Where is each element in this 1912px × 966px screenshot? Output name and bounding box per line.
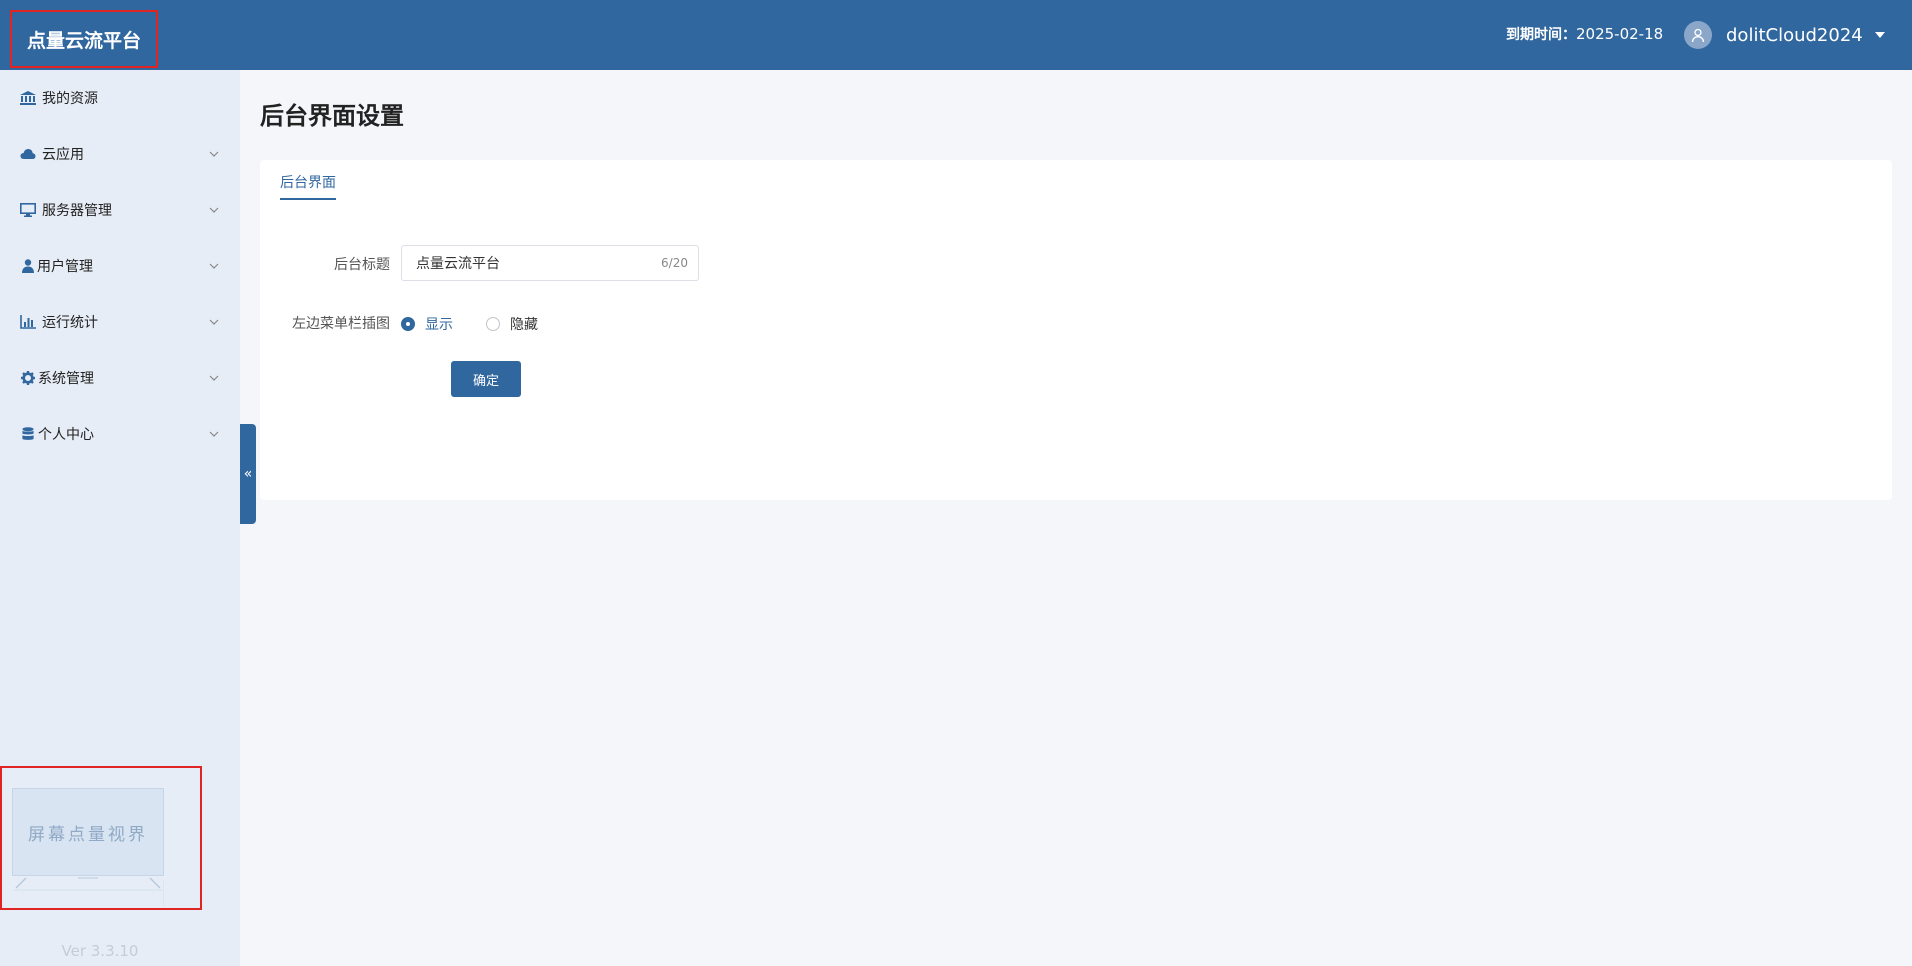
sidebar-item-server-management[interactable]: 服务器管理	[0, 182, 240, 238]
sidebar-item-label: 系统管理	[38, 371, 94, 387]
database-icon	[20, 426, 36, 442]
sidebar-illustration: 屏幕点量视界	[0, 766, 202, 910]
illustration-stand-icon	[14, 877, 164, 906]
radio-unchecked-icon	[486, 317, 500, 331]
cloud-icon	[20, 146, 36, 162]
sidebar-item-my-resources[interactable]: 我的资源	[0, 70, 240, 126]
top-header: 点量云流平台 到期时间：2025-02-18 dolitCloud2024	[0, 0, 1912, 70]
radio-checked-icon	[401, 317, 415, 331]
title-input[interactable]: 点量云流平台 6/20	[401, 245, 699, 281]
radio-label: 隐藏	[510, 317, 538, 333]
sidebar-item-label: 运行统计	[42, 315, 98, 331]
avatar-icon	[1684, 21, 1712, 49]
chevron-down-icon	[208, 372, 220, 384]
sidebar-item-label: 我的资源	[42, 91, 98, 107]
chevron-down-icon	[208, 204, 220, 216]
title-field-label: 后台标题	[334, 257, 390, 273]
sidebar: 我的资源 云应用 服务器管理 用户管理 运行统计 系统管理 个人中心 屏幕点量视…	[0, 70, 240, 966]
sidebar-image-label: 左边菜单栏插图	[292, 316, 390, 332]
chevron-down-icon	[208, 316, 220, 328]
chevron-down-icon	[208, 148, 220, 160]
collapse-sidebar-button[interactable]: «	[240, 424, 256, 524]
user-icon	[20, 258, 36, 274]
bar-chart-icon	[20, 314, 36, 330]
user-menu[interactable]: dolitCloud2024	[1684, 18, 1885, 52]
expire-date: 2025-02-18	[1576, 25, 1664, 43]
gear-icon	[20, 370, 36, 386]
title-input-value: 点量云流平台	[416, 256, 500, 272]
chevron-down-icon	[208, 428, 220, 440]
sidebar-item-label: 云应用	[42, 147, 84, 163]
username[interactable]: dolitCloud2024	[1726, 25, 1863, 46]
radio-show[interactable]: 显示	[401, 314, 453, 334]
sidebar-item-system-management[interactable]: 系统管理	[0, 350, 240, 406]
radio-label: 显示	[425, 317, 453, 333]
chevron-down-icon	[208, 260, 220, 272]
confirm-button[interactable]: 确定	[451, 361, 521, 397]
caret-down-icon[interactable]	[1874, 32, 1885, 38]
sidebar-item-label: 用户管理	[37, 259, 93, 275]
sidebar-item-user-management[interactable]: 用户管理	[0, 238, 240, 294]
bank-icon	[20, 90, 36, 106]
sidebar-item-label: 个人中心	[38, 427, 94, 443]
sidebar-item-personal-center[interactable]: 个人中心	[0, 406, 240, 462]
sidebar-item-run-stats[interactable]: 运行统计	[0, 294, 240, 350]
radio-hide[interactable]: 隐藏	[486, 314, 538, 334]
sidebar-item-cloud-apps[interactable]: 云应用	[0, 126, 240, 182]
expire-label: 到期时间：	[1506, 27, 1576, 43]
brand-title[interactable]: 点量云流平台	[10, 10, 158, 68]
illustration-screen: 屏幕点量视界	[12, 788, 164, 876]
settings-card: 后台界面 后台标题 点量云流平台 6/20 左边菜单栏插图 显示 隐藏 确定	[260, 160, 1892, 500]
tab-active-indicator	[280, 198, 336, 200]
sidebar-item-label: 服务器管理	[42, 203, 112, 219]
expire-info: 到期时间：2025-02-18	[1506, 24, 1663, 44]
monitor-icon	[20, 202, 36, 218]
page-title: 后台界面设置	[260, 102, 404, 130]
version-label: Ver 3.3.10	[61, 942, 139, 960]
char-counter: 6/20	[661, 256, 688, 270]
